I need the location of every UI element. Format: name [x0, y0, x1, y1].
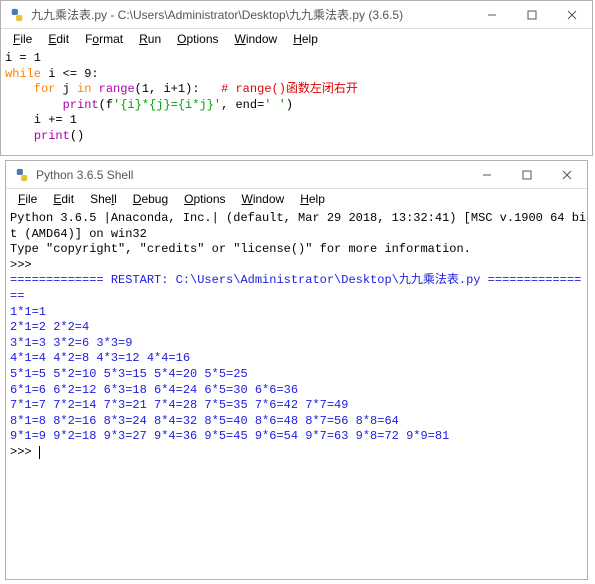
- menu-options[interactable]: Options: [169, 30, 226, 48]
- menu-options[interactable]: Options: [176, 190, 233, 208]
- python-file-icon: [9, 7, 25, 23]
- output-line: 9*1=9 9*2=18 9*3=27 9*4=36 9*5=45 9*6=54…: [10, 429, 456, 443]
- menu-window[interactable]: Window: [227, 30, 286, 48]
- text-cursor: [39, 446, 40, 459]
- shell-titlebar[interactable]: Python 3.6.5 Shell: [6, 161, 587, 189]
- output-line: 7*1=7 7*2=14 7*3=21 7*4=28 7*5=35 7*6=42…: [10, 398, 356, 412]
- python-icon: [14, 167, 30, 183]
- menu-help[interactable]: Help: [285, 30, 326, 48]
- shell-window-controls: [467, 161, 587, 189]
- output-line: 8*1=8 8*2=16 8*3=24 8*4=32 8*5=40 8*6=48…: [10, 414, 406, 428]
- editor-menubar: File Edit Format Run Options Window Help: [1, 29, 592, 49]
- shell-prompt: >>>: [10, 445, 39, 459]
- output-line: 2*1=2 2*2=4: [10, 320, 96, 334]
- shell-title: Python 3.6.5 Shell: [36, 168, 467, 182]
- close-button[interactable]: [552, 1, 592, 29]
- minimize-button[interactable]: [467, 161, 507, 189]
- editor-titlebar[interactable]: 九九乘法表.py - C:\Users\Administrator\Deskto…: [1, 1, 592, 29]
- shell-banner: Python 3.6.5 |Anaconda, Inc.| (default, …: [10, 211, 586, 225]
- menu-shell[interactable]: Shell: [82, 190, 125, 208]
- output-line: 3*1=3 3*2=6 3*3=9: [10, 336, 140, 350]
- editor-code-area[interactable]: i = 1 while i <= 9: for j in range(1, i+…: [1, 49, 592, 147]
- output-line: 1*1=1: [10, 305, 53, 319]
- editor-window: 九九乘法表.py - C:\Users\Administrator\Deskto…: [0, 0, 593, 156]
- shell-window: Python 3.6.5 Shell File Edit Shell Debug…: [5, 160, 588, 580]
- menu-file[interactable]: File: [10, 190, 45, 208]
- close-button[interactable]: [547, 161, 587, 189]
- shell-prompt: >>>: [10, 258, 39, 272]
- menu-debug[interactable]: Debug: [125, 190, 176, 208]
- minimize-button[interactable]: [472, 1, 512, 29]
- shell-menubar: File Edit Shell Debug Options Window Hel…: [6, 189, 587, 209]
- menu-format[interactable]: Format: [77, 30, 131, 48]
- menu-run[interactable]: Run: [131, 30, 169, 48]
- menu-edit[interactable]: Edit: [40, 30, 77, 48]
- output-line: 6*1=6 6*2=12 6*3=18 6*4=24 6*5=30 6*6=36: [10, 383, 305, 397]
- editor-window-controls: [472, 1, 592, 29]
- maximize-button[interactable]: [507, 161, 547, 189]
- shell-output-area[interactable]: Python 3.6.5 |Anaconda, Inc.| (default, …: [6, 209, 587, 463]
- menu-file[interactable]: File: [5, 30, 40, 48]
- maximize-button[interactable]: [512, 1, 552, 29]
- menu-edit[interactable]: Edit: [45, 190, 82, 208]
- editor-title: 九九乘法表.py - C:\Users\Administrator\Deskto…: [31, 6, 472, 23]
- menu-window[interactable]: Window: [234, 190, 293, 208]
- restart-line: ============= RESTART: C:\Users\Administ…: [10, 273, 581, 287]
- output-line: 5*1=5 5*2=10 5*3=15 5*4=20 5*5=25: [10, 367, 255, 381]
- menu-help[interactable]: Help: [292, 190, 333, 208]
- output-line: 4*1=4 4*2=8 4*3=12 4*4=16: [10, 351, 197, 365]
